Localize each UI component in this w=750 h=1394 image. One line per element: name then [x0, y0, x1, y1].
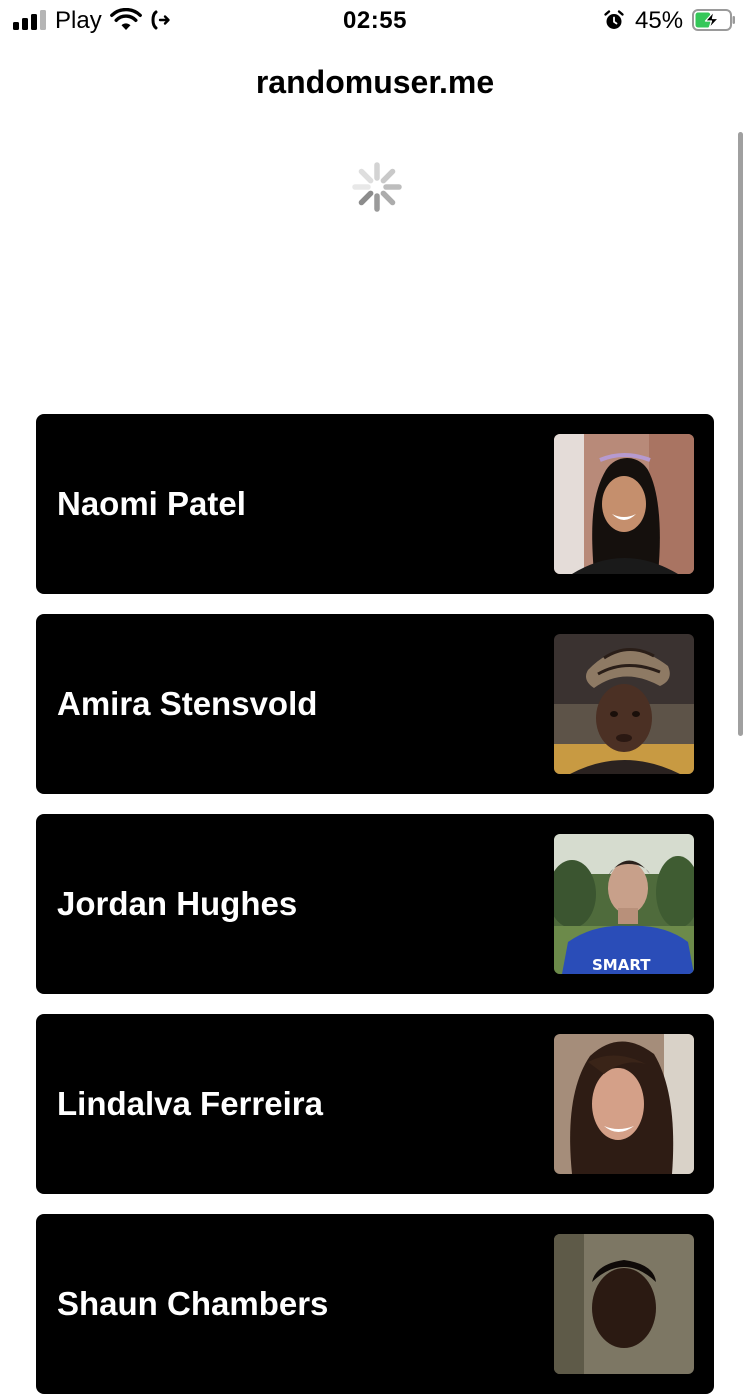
activity-spinner-icon [352, 162, 402, 212]
avatar [554, 1234, 694, 1374]
user-name: Naomi Patel [57, 485, 246, 522]
battery-charging-icon [692, 9, 735, 31]
alarm-icon [604, 10, 624, 29]
user-card[interactable]: Jordan Hughes SMART [36, 814, 714, 994]
user-name: Shaun Chambers [57, 1285, 329, 1322]
avatar [554, 1034, 694, 1174]
user-card[interactable]: Amira Stensvold [36, 614, 714, 794]
user-card[interactable]: Lindalva Ferreira [36, 1014, 714, 1194]
status-bar: Play 02:55 45% [0, 0, 750, 42]
avatar [554, 634, 694, 774]
page-title: randomuser.me [255, 64, 495, 100]
battery-percentage: 45% [635, 7, 684, 34]
scroll-indicator[interactable] [738, 132, 743, 736]
user-name: Jordan Hughes [57, 885, 298, 922]
user-name: Lindalva Ferreira [57, 1085, 323, 1122]
avatar [554, 434, 694, 574]
svg-text:SMART: SMART [592, 956, 651, 974]
user-card[interactable]: Naomi Patel [36, 414, 714, 594]
avatar: SMART [554, 834, 694, 974]
user-name: Amira Stensvold [57, 685, 318, 722]
user-card[interactable]: Shaun Chambers [36, 1214, 714, 1394]
